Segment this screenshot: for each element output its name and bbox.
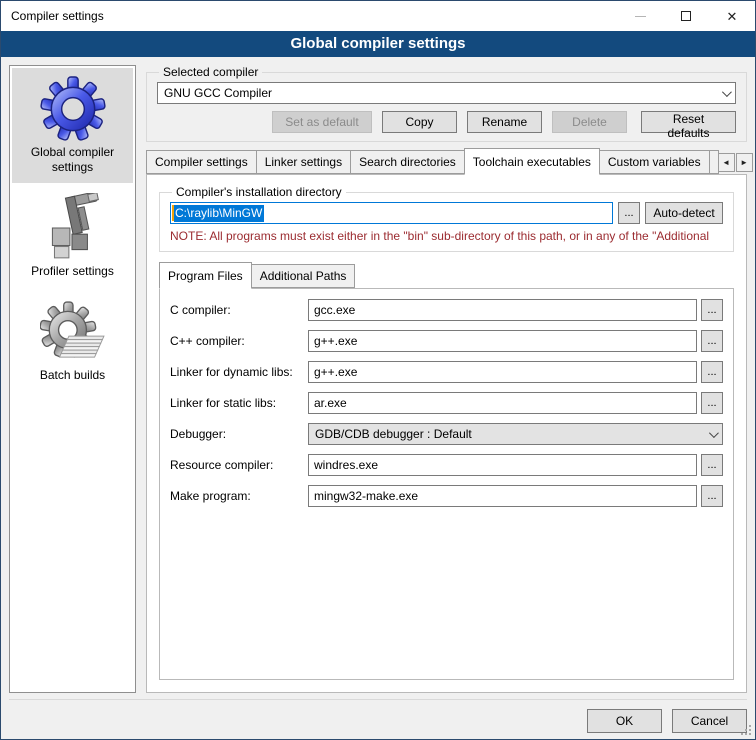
field-row-make-program: Make program: ... bbox=[170, 485, 723, 507]
cpp-compiler-label: C++ compiler: bbox=[170, 334, 308, 348]
debugger-select[interactable]: GDB/CDB debugger : Default bbox=[308, 423, 723, 445]
field-row-debugger: Debugger: GDB/CDB debugger : Default bbox=[170, 423, 723, 445]
tab-linker-settings[interactable]: Linker settings bbox=[256, 150, 351, 174]
static-linker-browse-button[interactable]: ... bbox=[701, 392, 723, 414]
maximize-button[interactable] bbox=[663, 1, 709, 31]
field-row-c-compiler: C compiler: ... bbox=[170, 299, 723, 321]
maximize-icon bbox=[681, 11, 691, 21]
installation-directory-legend: Compiler's installation directory bbox=[172, 185, 346, 199]
titlebar: Compiler settings ✕ bbox=[1, 1, 755, 31]
c-compiler-label: C compiler: bbox=[170, 303, 308, 317]
tab-search-directories[interactable]: Search directories bbox=[350, 150, 465, 174]
debugger-label: Debugger: bbox=[170, 427, 308, 441]
settings-tabstrip: Compiler settings Linker settings Search… bbox=[146, 148, 747, 174]
debugger-select-value: GDB/CDB debugger : Default bbox=[315, 427, 472, 441]
rename-button[interactable]: Rename bbox=[467, 111, 542, 133]
page-title: Global compiler settings bbox=[1, 31, 755, 57]
make-program-browse-button[interactable]: ... bbox=[701, 485, 723, 507]
compiler-select-value: GNU GCC Compiler bbox=[164, 86, 272, 100]
caliper-blocks-icon bbox=[14, 192, 131, 264]
cpp-compiler-browse-button[interactable]: ... bbox=[701, 330, 723, 352]
resource-compiler-input[interactable] bbox=[308, 454, 697, 476]
static-linker-input[interactable] bbox=[308, 392, 697, 414]
compiler-settings-dialog: Compiler settings ✕ Global compiler sett… bbox=[0, 0, 756, 740]
sidebar-item-global-compiler-settings[interactable]: Global compiler settings bbox=[12, 68, 133, 183]
chevron-down-icon bbox=[709, 428, 719, 438]
sidebar-item-batch-builds[interactable]: Batch builds bbox=[12, 291, 133, 391]
field-row-cpp-compiler: C++ compiler: ... bbox=[170, 330, 723, 352]
selected-compiler-group: Selected compiler GNU GCC Compiler Set a… bbox=[146, 65, 747, 142]
sidebar-item-label: Profiler settings bbox=[14, 264, 131, 279]
gray-gear-stack-icon bbox=[14, 296, 131, 368]
field-row-static-linker: Linker for static libs: ... bbox=[170, 392, 723, 414]
install-dir-browse-button[interactable]: ... bbox=[618, 202, 640, 224]
install-dir-selected-text: C:\raylib\MinGW bbox=[174, 205, 264, 222]
close-button[interactable]: ✕ bbox=[709, 1, 755, 31]
delete-button[interactable]: Delete bbox=[552, 111, 627, 133]
cpp-compiler-input[interactable] bbox=[308, 330, 697, 352]
dynamic-linker-browse-button[interactable]: ... bbox=[701, 361, 723, 383]
resize-grip[interactable] bbox=[739, 723, 751, 735]
resource-compiler-browse-button[interactable]: ... bbox=[701, 454, 723, 476]
tab-scroll-buttons: ◄ ► bbox=[718, 153, 753, 174]
ok-button[interactable]: OK bbox=[587, 709, 662, 733]
sidebar-item-label: Global compiler settings bbox=[14, 145, 131, 175]
dialog-footer: OK Cancel bbox=[9, 699, 747, 733]
dynamic-linker-input[interactable] bbox=[308, 361, 697, 383]
c-compiler-input[interactable] bbox=[308, 299, 697, 321]
chevron-down-icon bbox=[722, 87, 732, 97]
install-dir-note: NOTE: All programs must exist either in … bbox=[170, 229, 723, 243]
set-as-default-button[interactable]: Set as default bbox=[272, 111, 372, 133]
minimize-button[interactable] bbox=[617, 1, 663, 31]
tab-scroll-right-icon[interactable]: ► bbox=[736, 153, 753, 172]
window-title: Compiler settings bbox=[1, 9, 617, 23]
installation-directory-group: Compiler's installation directory C:\ray… bbox=[159, 185, 734, 252]
selected-compiler-legend: Selected compiler bbox=[159, 65, 262, 79]
subtab-additional-paths[interactable]: Additional Paths bbox=[251, 264, 356, 288]
program-files-tabstrip: Program Files Additional Paths bbox=[159, 262, 734, 288]
compiler-buttons-row: Set as default Copy Rename Delete Reset … bbox=[157, 111, 736, 133]
compiler-select[interactable]: GNU GCC Compiler bbox=[157, 82, 736, 104]
minimize-icon bbox=[635, 16, 646, 17]
install-dir-input[interactable]: C:\raylib\MinGW bbox=[170, 202, 613, 224]
auto-detect-button[interactable]: Auto-detect bbox=[645, 202, 723, 224]
make-program-label: Make program: bbox=[170, 489, 308, 503]
subtab-program-files[interactable]: Program Files bbox=[159, 262, 252, 289]
sidebar-item-profiler-settings[interactable]: Profiler settings bbox=[12, 187, 133, 287]
toolchain-executables-page: Compiler's installation directory C:\ray… bbox=[146, 174, 747, 693]
tab-custom-variables[interactable]: Custom variables bbox=[599, 150, 710, 174]
window-controls: ✕ bbox=[617, 1, 755, 31]
copy-button[interactable]: Copy bbox=[382, 111, 457, 133]
tab-compiler-settings[interactable]: Compiler settings bbox=[146, 150, 257, 174]
dynamic-linker-label: Linker for dynamic libs: bbox=[170, 365, 308, 379]
blue-gear-icon bbox=[14, 73, 131, 145]
tab-scroll-left-icon[interactable]: ◄ bbox=[718, 153, 735, 172]
cancel-button[interactable]: Cancel bbox=[672, 709, 747, 733]
field-row-dynamic-linker: Linker for dynamic libs: ... bbox=[170, 361, 723, 383]
make-program-input[interactable] bbox=[308, 485, 697, 507]
sidebar-item-label: Batch builds bbox=[14, 368, 131, 383]
settings-sidebar: Global compiler settings bbox=[9, 65, 136, 693]
close-icon: ✕ bbox=[727, 10, 738, 23]
tab-toolchain-executables[interactable]: Toolchain executables bbox=[464, 148, 600, 175]
reset-defaults-button[interactable]: Reset defaults bbox=[641, 111, 736, 133]
static-linker-label: Linker for static libs: bbox=[170, 396, 308, 410]
field-row-resource-compiler: Resource compiler: ... bbox=[170, 454, 723, 476]
program-files-page: C compiler: ... C++ compiler: ... Linker… bbox=[159, 288, 734, 680]
c-compiler-browse-button[interactable]: ... bbox=[701, 299, 723, 321]
resource-compiler-label: Resource compiler: bbox=[170, 458, 308, 472]
